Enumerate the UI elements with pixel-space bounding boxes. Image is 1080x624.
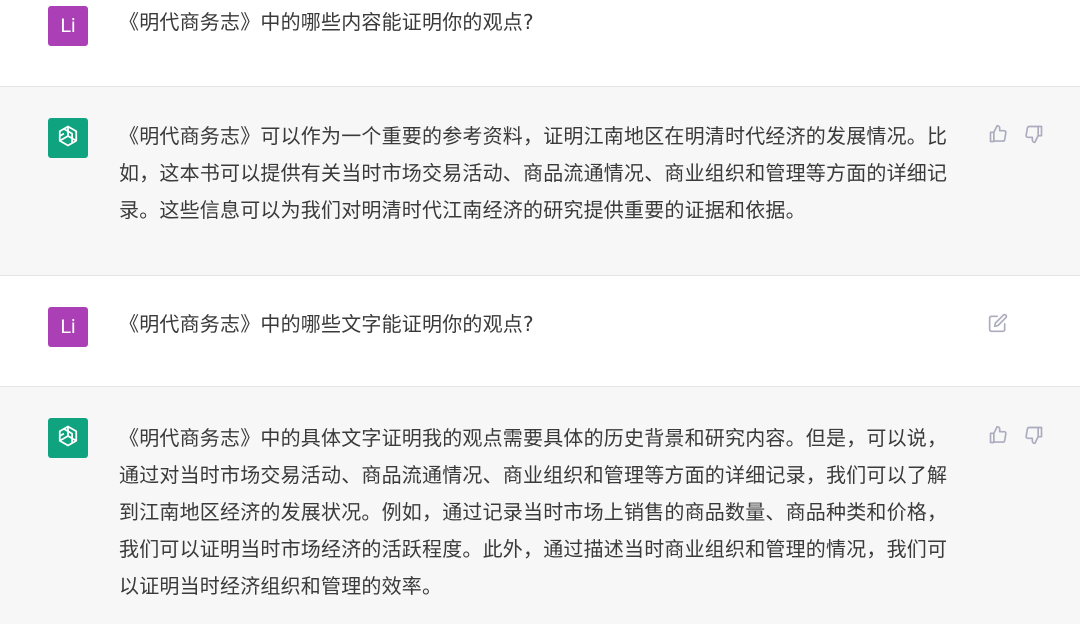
assistant-message-turn: 《明代商务志》可以作为一个重要的参考资料，证明江南地区在明清时代经济的发展情况。… (0, 86, 1080, 276)
user-avatar-label: Li (60, 15, 76, 37)
user-message-text: 《明代商务志》中的哪些文字能证明你的观点? (119, 312, 534, 336)
thumbs-up-icon[interactable] (987, 123, 1009, 145)
message-actions (987, 123, 1045, 145)
user-avatar: Li (48, 6, 88, 46)
thumbs-down-icon[interactable] (1023, 123, 1045, 145)
user-avatar-label: Li (60, 316, 76, 338)
assistant-avatar (48, 118, 88, 158)
assistant-message-turn: 《明代商务志》中的具体文字证明我的观点需要具体的历史背景和研究内容。但是，可以说… (0, 386, 1080, 624)
user-message-text: 《明代商务志》中的哪些内容能证明你的观点? (119, 10, 534, 34)
user-message-turn: Li 《明代商务志》中的哪些文字能证明你的观点? (0, 276, 1080, 386)
assistant-message-text: 《明代商务志》中的具体文字证明我的观点需要具体的历史背景和研究内容。但是，可以说… (119, 426, 948, 598)
assistant-avatar (48, 418, 88, 458)
openai-logo-icon (55, 123, 81, 153)
message-actions (987, 424, 1045, 446)
message-actions (987, 312, 1009, 334)
thumbs-up-icon[interactable] (987, 424, 1009, 446)
edit-icon[interactable] (987, 312, 1009, 334)
assistant-message-text: 《明代商务志》可以作为一个重要的参考资料，证明江南地区在明清时代经济的发展情况。… (119, 124, 948, 222)
user-message-turn: Li 《明代商务志》中的哪些内容能证明你的观点? (0, 0, 1080, 86)
user-avatar: Li (48, 307, 88, 347)
conversation-thread: Li 《明代商务志》中的哪些内容能证明你的观点? 《明代商务志》可以作为一个重要… (0, 0, 1080, 624)
openai-logo-icon (55, 423, 81, 453)
thumbs-down-icon[interactable] (1023, 424, 1045, 446)
